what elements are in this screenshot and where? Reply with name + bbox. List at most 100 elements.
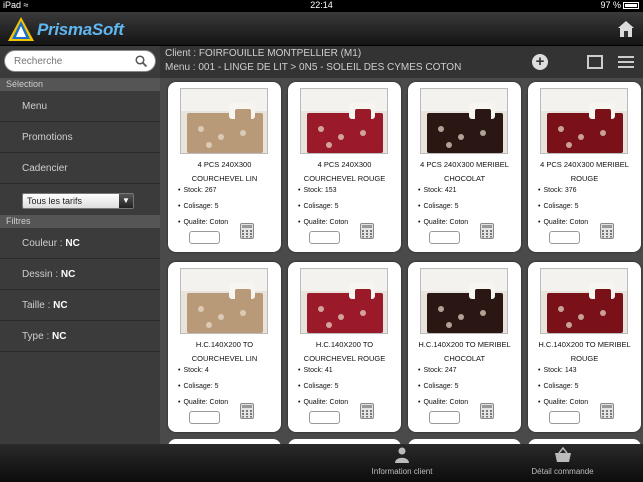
product-name: H.C.140X200 TO COURCHEVEL ROUGE	[290, 338, 399, 366]
grid-view-icon[interactable]	[587, 55, 603, 69]
product-stock: Stock: 247	[418, 365, 468, 381]
sidebar-item-cadencier[interactable]: Cadencier	[0, 153, 160, 184]
product-image[interactable]	[180, 88, 268, 154]
selection-header: Sélection	[0, 78, 160, 91]
quantity-input[interactable]	[549, 231, 580, 244]
basket-icon	[554, 446, 571, 462]
product-image[interactable]	[540, 88, 628, 154]
product-name: H.C.140X200 TO COURCHEVEL LIN	[170, 338, 279, 366]
product-colisage: Colisage: 5	[418, 381, 468, 397]
quantity-input[interactable]	[429, 411, 460, 424]
product-card[interactable]: 4 PCS 240X300 COURCHEVEL ROUGE Stock: 153C…	[288, 82, 401, 252]
filter-type[interactable]: Type : NC	[0, 321, 160, 352]
battery-icon	[623, 2, 639, 10]
product-name-line1: H.C.140X200 TO	[195, 340, 254, 349]
sidebar-item-label: Promotions	[22, 132, 73, 143]
calculator-icon[interactable]	[600, 223, 614, 239]
quantity-input[interactable]	[309, 411, 340, 424]
quantity-input[interactable]	[189, 231, 220, 244]
calculator-icon[interactable]	[360, 223, 374, 239]
product-image[interactable]	[420, 88, 508, 154]
product-card[interactable]: H.C.140X200 TO MERIBEL ROUGE Stock: 143Col…	[528, 262, 641, 432]
product-card[interactable]: H.C.140X200 TO MERIBEL CHOCOLAT Stock: 247…	[408, 262, 521, 432]
filter-taille[interactable]: Taille : NC	[0, 290, 160, 321]
calculator-icon[interactable]	[360, 403, 374, 419]
product-details: Stock: 143Colisage: 5Qualite: Coton	[538, 365, 588, 413]
client-label: Client : FOIRFOUILLE MONTPELLIER (M1)	[165, 48, 362, 59]
product-colisage: Colisage: 5	[538, 381, 588, 397]
filter-label: Type :	[22, 331, 53, 342]
product-name-line2: COURCHEVEL ROUGE	[303, 174, 386, 183]
product-colisage: Colisage: 5	[178, 201, 228, 217]
tariff-select[interactable]: Tous les tarifs ▼	[22, 193, 134, 209]
product-details: Stock: 247Colisage: 5Qualite: Coton	[418, 365, 468, 413]
product-stock: Stock: 143	[538, 365, 588, 381]
product-details: Stock: 153Colisage: 5Qualite: Coton	[298, 185, 348, 233]
search-icon[interactable]	[135, 55, 147, 67]
product-image[interactable]	[420, 268, 508, 334]
status-bar: iPad ≈ 22:14 97 %	[0, 0, 643, 12]
product-details: Stock: 41Colisage: 5Qualite: Coton	[298, 365, 348, 413]
quantity-input[interactable]	[309, 231, 340, 244]
product-name-line1: 4 PCS 240X300	[197, 160, 252, 169]
detail-commande-button[interactable]: Détail commande	[520, 446, 605, 476]
product-name-line1: H.C.140X200 TO MERIBEL	[418, 340, 511, 349]
chevron-down-icon: ▼	[119, 194, 133, 208]
app-logo: PrismaSoft	[6, 15, 162, 43]
info-client-button[interactable]: Information client	[362, 447, 442, 476]
product-image[interactable]	[300, 88, 388, 154]
quantity-input[interactable]	[189, 411, 220, 424]
filter-dessin[interactable]: Dessin : NC	[0, 259, 160, 290]
product-name-line2: CHOCOLAT	[443, 174, 486, 183]
product-name-line2: ROUGE	[570, 174, 599, 183]
list-view-icon[interactable]	[618, 56, 634, 68]
product-name-line1: 4 PCS 240X300	[317, 160, 372, 169]
product-stock: Stock: 267	[178, 185, 228, 201]
product-image[interactable]	[300, 268, 388, 334]
home-icon[interactable]	[617, 20, 635, 38]
detail-commande-label: Détail commande	[531, 467, 594, 476]
product-name-line1: 4 PCS 240X300 MERIBEL	[540, 160, 629, 169]
product-card[interactable]: 4 PCS 240X300 MERIBEL CHOCOLAT Stock: 421C…	[408, 82, 521, 252]
product-name: 4 PCS 240X300 COURCHEVEL ROUGE	[290, 158, 399, 186]
sidebar-item-promotions[interactable]: Promotions	[0, 122, 160, 153]
product-name-line2: COURCHEVEL LIN	[191, 354, 258, 363]
calculator-icon[interactable]	[240, 223, 254, 239]
product-colisage: Colisage: 5	[298, 201, 348, 217]
sidebar-item-menu[interactable]: Menu	[0, 91, 160, 122]
calculator-icon[interactable]	[600, 403, 614, 419]
product-card[interactable]: 4 PCS 240X300 MERIBEL ROUGE Stock: 376Coli…	[528, 82, 641, 252]
search-box[interactable]	[4, 50, 156, 72]
product-name-line2: ROUGE	[570, 354, 599, 363]
product-name: H.C.140X200 TO MERIBEL ROUGE	[530, 338, 639, 366]
product-image[interactable]	[540, 268, 628, 334]
filter-value: NC	[52, 331, 67, 342]
product-name-line1: H.C.140X200 TO MERIBEL	[538, 340, 631, 349]
product-name-line2: COURCHEVEL LIN	[191, 174, 258, 183]
product-stock: Stock: 376	[538, 185, 588, 201]
quantity-input[interactable]	[549, 411, 580, 424]
bottom-toolbar: Information client Détail commande	[0, 444, 643, 482]
quantity-input[interactable]	[429, 231, 460, 244]
product-name-line1: H.C.140X200 TO	[315, 340, 374, 349]
product-colisage: Colisage: 5	[538, 201, 588, 217]
filter-value: NC	[60, 269, 76, 280]
product-card[interactable]: H.C.140X200 TO COURCHEVEL LIN Stock: 4Coli…	[168, 262, 281, 432]
person-info-icon	[395, 447, 409, 463]
filter-label: Couleur :	[22, 238, 66, 249]
add-icon[interactable]: +	[532, 54, 548, 70]
product-stock: Stock: 153	[298, 185, 348, 201]
menu-breadcrumb: Menu : 001 - LINGE DE LIT > 0N5 - SOLEIL…	[165, 62, 462, 73]
status-time: 22:14	[310, 0, 333, 10]
calculator-icon[interactable]	[240, 403, 254, 419]
calculator-icon[interactable]	[480, 403, 494, 419]
product-card[interactable]: H.C.140X200 TO COURCHEVEL ROUGE Stock: 41C…	[288, 262, 401, 432]
product-card[interactable]: 4 PCS 240X300 COURCHEVEL LIN Stock: 267Col…	[168, 82, 281, 252]
filter-label: Taille :	[22, 300, 54, 311]
filter-couleur[interactable]: Couleur : NC	[0, 228, 160, 259]
product-name: 4 PCS 240X300 MERIBEL ROUGE	[530, 158, 639, 186]
product-image[interactable]	[180, 268, 268, 334]
info-client-label: Information client	[371, 467, 433, 476]
calculator-icon[interactable]	[480, 223, 494, 239]
search-input[interactable]	[14, 54, 124, 68]
